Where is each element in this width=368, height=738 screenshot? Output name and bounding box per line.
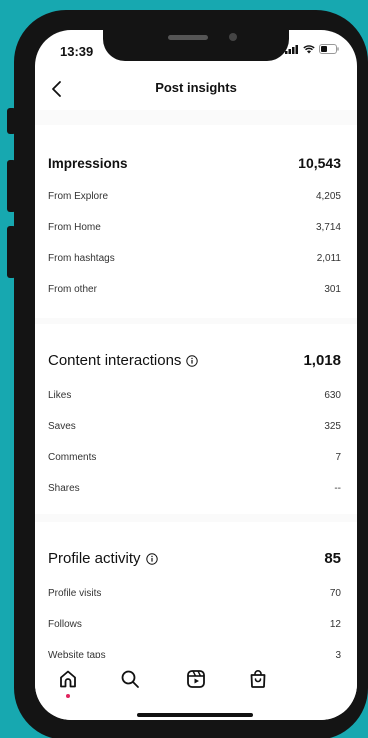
- reels-icon[interactable]: [185, 668, 207, 690]
- tab-bar: [35, 658, 357, 720]
- info-icon[interactable]: [186, 354, 199, 367]
- signal-icon: [285, 44, 298, 54]
- list-item: Follows 12: [48, 619, 341, 630]
- status-time: 13:39: [60, 44, 94, 59]
- row-label: Comments: [48, 452, 97, 463]
- content-interactions-header: Content interactions 1,018: [48, 352, 341, 369]
- row-value: 3: [335, 650, 341, 658]
- content-interactions-title: Content interactions: [48, 352, 199, 369]
- phone-screen: 13:39 Post insights Impressions 10,543 F…: [35, 30, 357, 720]
- page-title: Post insights: [155, 80, 237, 95]
- list-item: Comments 7: [48, 452, 341, 463]
- row-label: Likes: [48, 390, 72, 401]
- list-item: Shares --: [48, 483, 341, 494]
- list-item: From hashtags 2,011: [48, 253, 341, 264]
- profile-activity-header: Profile activity 85: [48, 550, 341, 567]
- row-value: 7: [335, 452, 341, 463]
- wifi-icon: [303, 44, 315, 53]
- row-label: Website taps: [48, 650, 106, 658]
- row-label: Saves: [48, 421, 76, 432]
- active-tab-indicator: [66, 694, 70, 698]
- impressions-title: Impressions: [48, 155, 128, 171]
- row-label: Profile visits: [48, 588, 102, 599]
- row-label: Shares: [48, 483, 80, 494]
- speaker: [168, 35, 208, 40]
- list-item: From other 301: [48, 284, 341, 295]
- info-icon[interactable]: [145, 552, 158, 565]
- row-value: 325: [324, 421, 341, 432]
- row-value: 70: [329, 588, 341, 599]
- shop-icon[interactable]: [247, 668, 269, 690]
- battery-icon: [319, 44, 339, 54]
- nav-bar: Post insights: [35, 70, 357, 110]
- content-interactions-section: Content interactions 1,018 Likes 630 Sav…: [35, 324, 357, 514]
- list-item: Likes 630: [48, 390, 341, 401]
- profile-activity-section: Profile activity 85 Profile visits 70 Fo…: [35, 522, 357, 658]
- front-camera: [229, 33, 237, 41]
- row-label: From Home: [48, 222, 101, 233]
- row-label: Follows: [48, 619, 82, 630]
- list-item: From Explore 4,205: [48, 191, 341, 202]
- list-item: Website taps 3: [48, 650, 341, 658]
- insights-content[interactable]: Impressions 10,543 From Explore 4,205 Fr…: [35, 110, 357, 658]
- section-title-text: Profile activity: [48, 550, 141, 567]
- section-title-text: Content interactions: [48, 352, 182, 369]
- row-value: 12: [329, 619, 341, 630]
- status-icons: [285, 44, 339, 54]
- row-value: 2,011: [316, 253, 341, 264]
- row-label: From Explore: [48, 191, 109, 202]
- notch: [103, 30, 289, 61]
- row-value: --: [334, 483, 341, 494]
- search-icon[interactable]: [119, 668, 141, 690]
- content-interactions-total: 1,018: [303, 352, 341, 369]
- row-value: 3,714: [315, 222, 341, 233]
- row-label: From hashtags: [48, 253, 115, 264]
- home-icon[interactable]: [57, 668, 79, 690]
- list-item: Profile visits 70: [48, 588, 341, 599]
- impressions-header: Impressions 10,543: [48, 155, 341, 171]
- home-indicator: [137, 713, 253, 717]
- impressions-total: 10,543: [298, 155, 341, 171]
- row-label: From other: [48, 284, 97, 295]
- profile-activity-title: Profile activity: [48, 550, 158, 567]
- row-value: 4,205: [315, 191, 341, 202]
- list-item: From Home 3,714: [48, 222, 341, 233]
- row-value: 630: [324, 390, 341, 401]
- list-item: Saves 325: [48, 421, 341, 432]
- row-value: 301: [324, 284, 341, 295]
- impressions-section: Impressions 10,543 From Explore 4,205 Fr…: [35, 125, 357, 318]
- profile-activity-total: 85: [324, 550, 341, 567]
